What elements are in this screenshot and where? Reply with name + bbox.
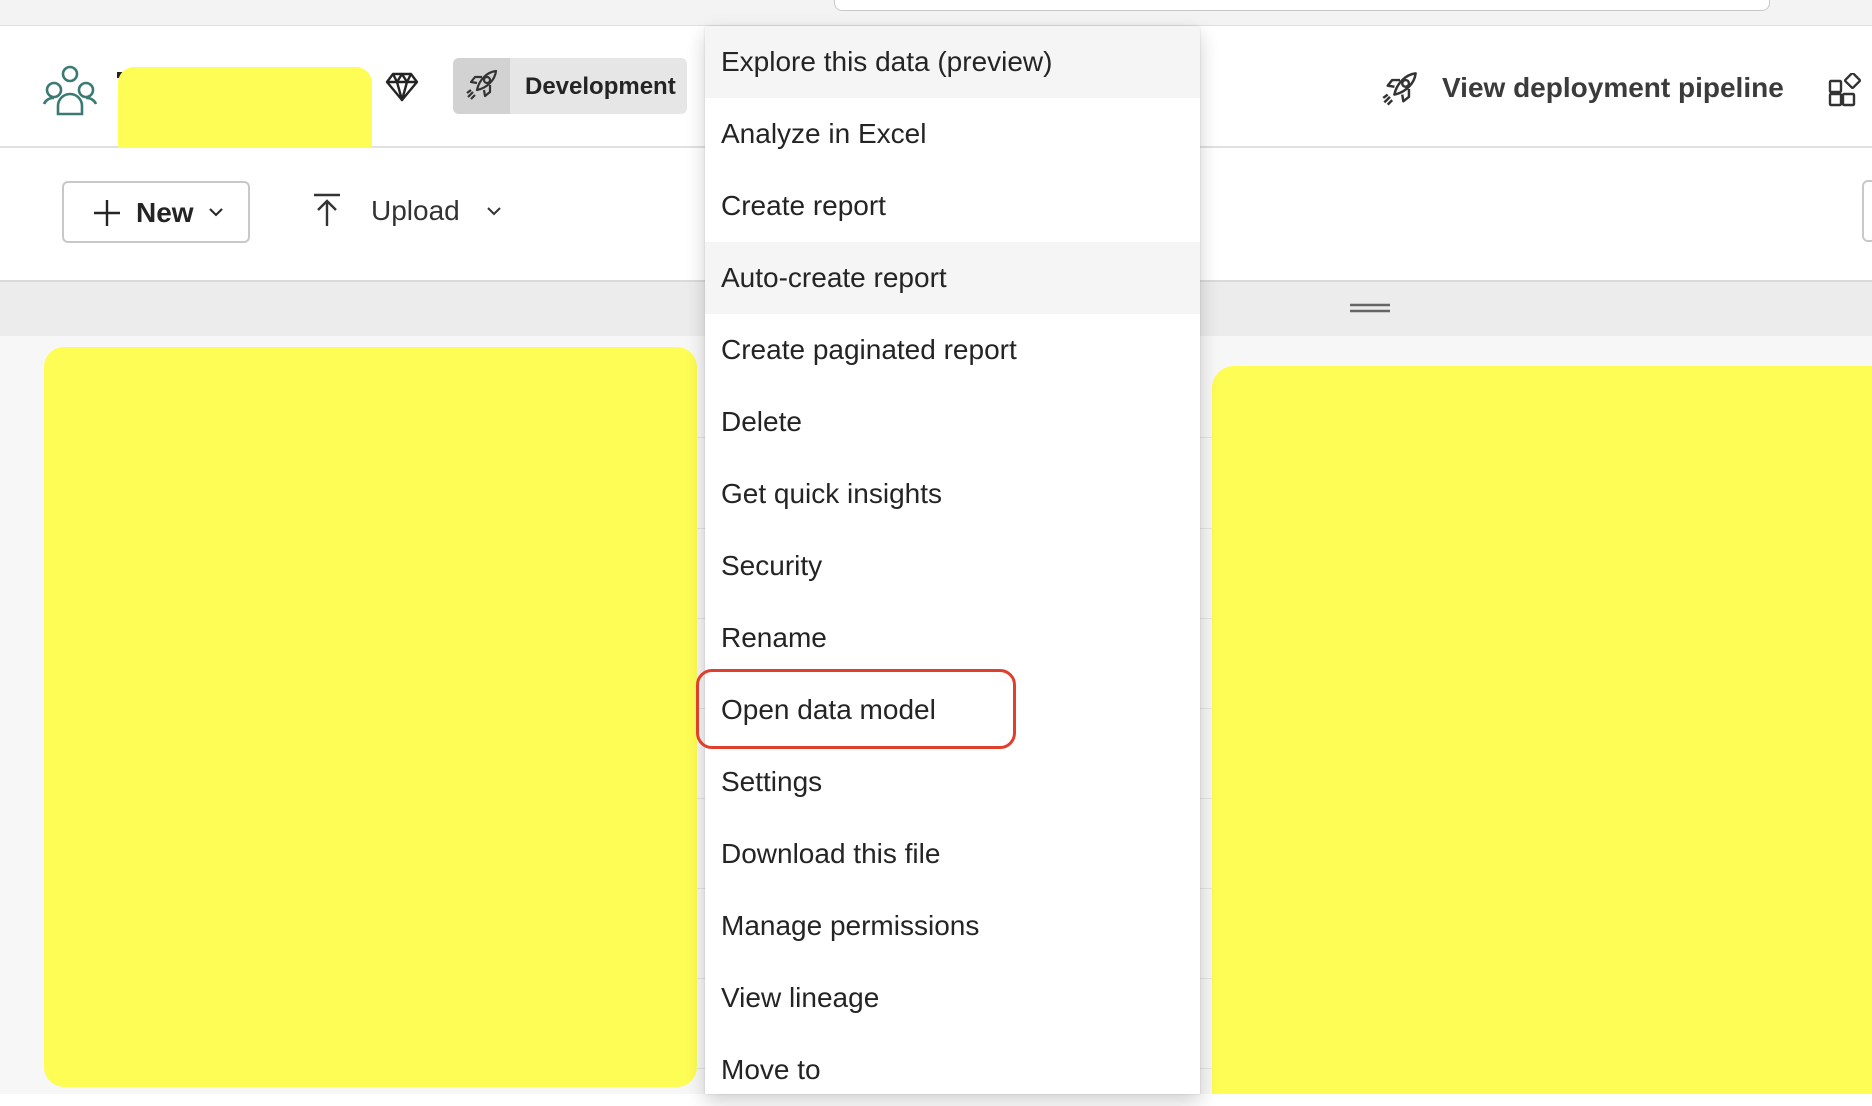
upload-button[interactable]: Upload bbox=[371, 195, 460, 227]
chevron-down-icon[interactable] bbox=[486, 206, 502, 216]
menu-item-analyze-in-excel[interactable]: Analyze in Excel bbox=[705, 98, 1200, 170]
deployment-stage-chip[interactable]: Development bbox=[453, 58, 687, 114]
highlight-outline bbox=[696, 669, 1016, 749]
rocket-icon bbox=[453, 58, 510, 114]
menu-item-delete[interactable]: Delete bbox=[705, 386, 1200, 458]
menu-item-security[interactable]: Security bbox=[705, 530, 1200, 602]
arrow-upload-icon[interactable] bbox=[312, 193, 342, 227]
menu-item-view-lineage[interactable]: View lineage bbox=[705, 962, 1200, 1034]
menu-item-auto-create-report[interactable]: Auto-create report bbox=[705, 242, 1200, 314]
menu-item-create-paginated-report[interactable]: Create paginated report bbox=[705, 314, 1200, 386]
menu-item-explore-data[interactable]: Explore this data (preview) bbox=[705, 26, 1200, 98]
menu-item-manage-permissions[interactable]: Manage permissions bbox=[705, 890, 1200, 962]
menu-item-move-to[interactable]: Move to bbox=[705, 1034, 1200, 1106]
search-input[interactable] bbox=[834, 0, 1770, 11]
menu-item-download-file[interactable]: Download this file bbox=[705, 818, 1200, 890]
toolbar-edge-button[interactable] bbox=[1862, 180, 1872, 242]
context-menu: Explore this data (preview) Analyze in E… bbox=[705, 26, 1200, 1094]
plus-icon bbox=[94, 200, 120, 226]
view-deployment-pipeline-link[interactable]: View deployment pipeline bbox=[1442, 72, 1784, 104]
stage-label: Development bbox=[525, 73, 676, 100]
redacted-content-left bbox=[44, 347, 697, 1087]
diamond-icon bbox=[385, 72, 419, 102]
apps-add-icon[interactable] bbox=[1828, 73, 1862, 107]
redacted-content-right bbox=[1212, 366, 1872, 1094]
menu-item-get-quick-insights[interactable]: Get quick insights bbox=[705, 458, 1200, 530]
new-button[interactable]: New bbox=[62, 181, 250, 243]
resize-grip-icon[interactable] bbox=[1350, 303, 1390, 313]
menu-item-create-report[interactable]: Create report bbox=[705, 170, 1200, 242]
chevron-down-icon bbox=[209, 208, 223, 217]
redacted-workspace-name bbox=[118, 67, 372, 159]
menu-item-rename[interactable]: Rename bbox=[705, 602, 1200, 674]
new-button-label: New bbox=[136, 197, 194, 228]
rocket-icon[interactable] bbox=[1381, 70, 1419, 108]
people-group-icon bbox=[42, 65, 98, 116]
menu-item-settings[interactable]: Settings bbox=[705, 746, 1200, 818]
